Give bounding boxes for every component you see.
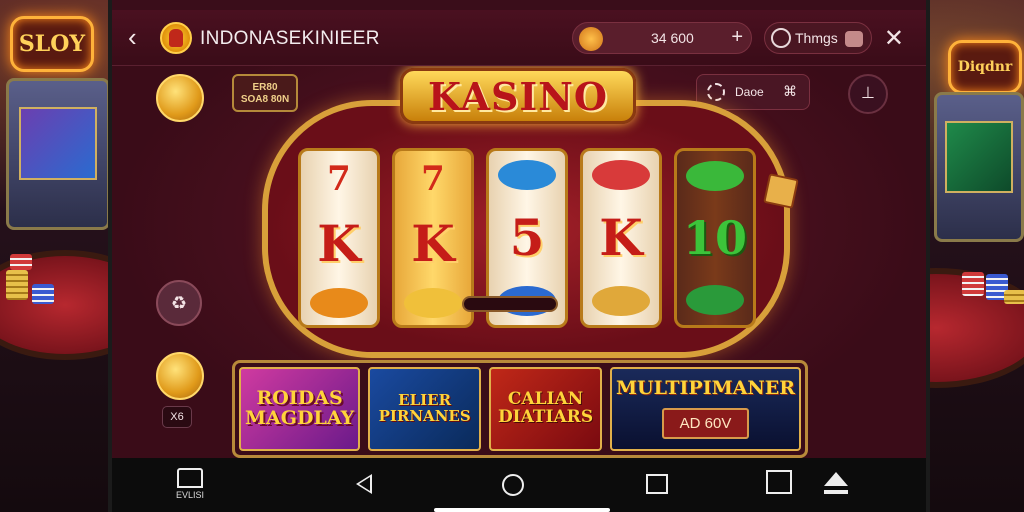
stats-button[interactable]: ⊥ bbox=[848, 74, 888, 114]
multiplier-badge[interactable]: X6 bbox=[162, 406, 192, 428]
game-card-title: ELIER PIRNANES bbox=[378, 391, 471, 425]
nav-home[interactable]: EVLISI bbox=[176, 468, 204, 500]
promo-tag[interactable]: ER80 SOA8 80N bbox=[232, 74, 298, 112]
game-lobby: ER80 SOA8 80N ♻ X6 Daoe ⌘ ⊥ 7 K 7 K 5 K … bbox=[112, 66, 926, 458]
reel-symbol-mid: 5 bbox=[509, 208, 545, 268]
reel-symbol-top: 7 bbox=[421, 158, 445, 199]
recents-square-icon bbox=[646, 474, 668, 494]
reel-symbol-bottom bbox=[592, 285, 650, 316]
nav-expand[interactable] bbox=[766, 470, 792, 494]
reel-5: 10 bbox=[674, 148, 756, 328]
chip-stack bbox=[962, 272, 984, 296]
settings-pill-label: Daoe bbox=[735, 85, 764, 99]
reel-symbol-bottom bbox=[310, 287, 368, 318]
refresh-icon[interactable]: ♻ bbox=[156, 280, 202, 326]
reel-1: 7 K bbox=[298, 148, 380, 328]
nav-back[interactable] bbox=[356, 474, 372, 494]
slot-machine-decor bbox=[934, 92, 1024, 242]
coin-icon[interactable] bbox=[156, 74, 204, 122]
profile-icon bbox=[771, 28, 791, 48]
reel-symbol-top bbox=[498, 160, 556, 191]
gift-icon bbox=[845, 31, 863, 47]
kasino-sign: KASINO bbox=[400, 68, 636, 124]
close-icon[interactable]: ✕ bbox=[884, 24, 904, 53]
game-card-title: MULTIPIMANER bbox=[615, 376, 795, 399]
coin-icon[interactable] bbox=[156, 352, 204, 400]
system-nav-bar: EVLISI bbox=[112, 458, 926, 512]
reel-symbol-mid: K bbox=[317, 213, 361, 273]
reel-symbol-bottom bbox=[404, 287, 462, 318]
coin-icon bbox=[579, 27, 603, 51]
neon-sign-left: SLOY bbox=[10, 16, 94, 72]
chip-stack bbox=[1004, 290, 1024, 304]
expand-icon bbox=[766, 470, 792, 494]
reel-symbol-mid: K bbox=[411, 213, 455, 273]
slot-machine-decor bbox=[6, 78, 110, 230]
balance-pill[interactable]: 34 600 + bbox=[572, 22, 752, 54]
game-card[interactable]: ELIER PIRNANES bbox=[368, 367, 482, 451]
upload-icon bbox=[824, 472, 848, 486]
sun-icon bbox=[707, 83, 725, 101]
back-arrow-icon[interactable]: ‹ bbox=[128, 24, 152, 50]
game-card[interactable]: MULTIPIMANER AD 60V bbox=[609, 367, 801, 451]
slot-machine: 7 K 7 K 5 K 10 bbox=[262, 100, 790, 358]
reel-symbol-top bbox=[686, 161, 744, 191]
nav-home-label: EVLISI bbox=[176, 490, 205, 500]
flag-icon bbox=[763, 173, 799, 209]
ad-button[interactable]: AD 60V bbox=[661, 408, 750, 440]
game-card[interactable]: ROIDAS MAGDLAY bbox=[239, 367, 361, 451]
things-button[interactable]: Thmgs bbox=[764, 22, 872, 54]
reel-symbol-top: 7 bbox=[327, 158, 351, 199]
nav-recents[interactable] bbox=[646, 474, 668, 494]
app-title: INDONASEKINIEER bbox=[200, 28, 380, 49]
reel-symbol-bottom bbox=[686, 285, 744, 315]
balance-value: 34 600 bbox=[651, 30, 694, 46]
house-icon bbox=[177, 468, 203, 488]
grid-icon: ⌘ bbox=[783, 83, 797, 99]
game-cards-row: ROIDAS MAGDLAY ELIER PIRNANES CALIAN DIA… bbox=[232, 360, 808, 458]
things-label: Thmgs bbox=[795, 30, 838, 46]
reel-symbol-mid: 10 bbox=[682, 211, 747, 265]
add-funds-button[interactable]: + bbox=[731, 26, 743, 49]
chip-stack bbox=[6, 270, 28, 300]
game-card-title: CALIAN DIATIARS bbox=[497, 389, 594, 427]
game-card[interactable]: CALIAN DIATIARS bbox=[489, 367, 602, 451]
phone-frame: ‹ INDONASEKINIEER 34 600 + Thmgs ✕ ER80 … bbox=[108, 0, 930, 512]
app-header: ‹ INDONASEKINIEER 34 600 + Thmgs ✕ bbox=[112, 10, 926, 66]
home-circle-icon bbox=[502, 474, 524, 496]
gesture-home-bar[interactable] bbox=[434, 508, 610, 512]
reel-symbol-mid: K bbox=[599, 208, 643, 268]
back-triangle-icon bbox=[356, 474, 372, 494]
chip-stack bbox=[10, 254, 32, 270]
reel-4: K bbox=[580, 148, 662, 328]
avatar[interactable] bbox=[160, 22, 192, 54]
spin-handle[interactable] bbox=[462, 296, 558, 312]
nav-home-circle[interactable] bbox=[502, 474, 524, 496]
nav-upload[interactable] bbox=[824, 472, 848, 494]
neon-sign-right: Diqdnr bbox=[948, 40, 1022, 94]
chip-stack bbox=[32, 284, 54, 304]
game-card-title: ROIDAS MAGDLAY bbox=[245, 387, 355, 429]
reel-symbol-top bbox=[592, 160, 650, 191]
